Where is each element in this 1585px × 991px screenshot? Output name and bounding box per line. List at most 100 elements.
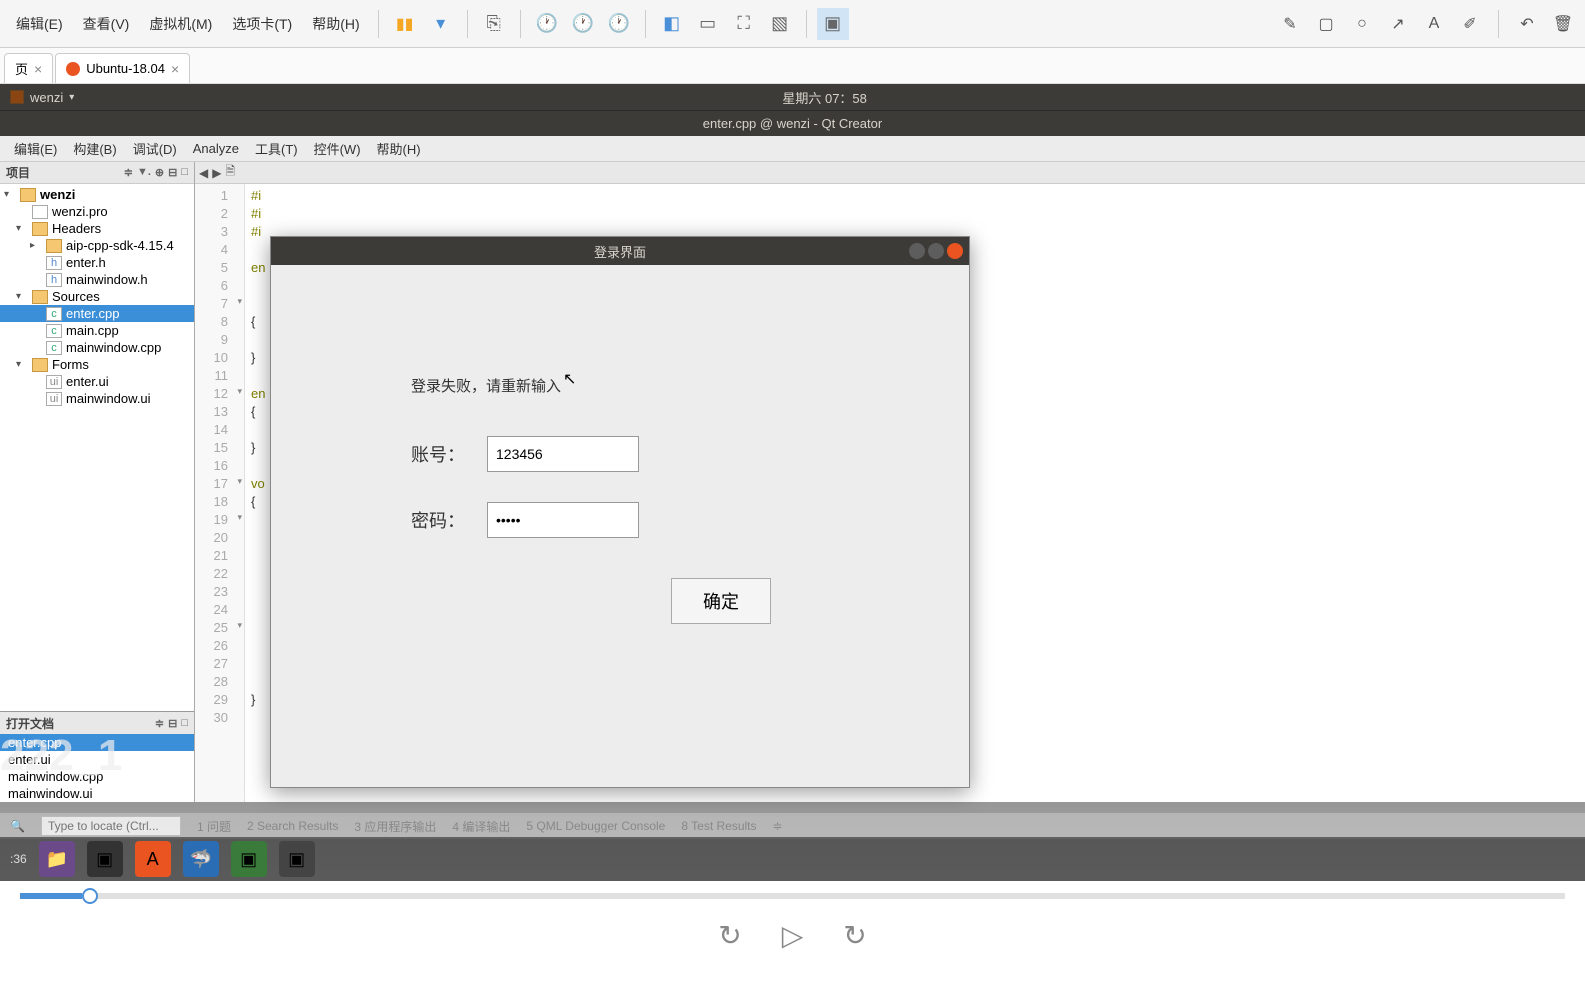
- output-tab-tests[interactable]: 8 Test Results: [681, 819, 756, 833]
- dialog-title: 登录界面: [594, 242, 646, 261]
- view-stretch-icon[interactable]: ▧: [764, 8, 796, 40]
- app-icon: [10, 90, 24, 104]
- nav-back-icon[interactable]: ◀: [199, 166, 208, 180]
- tree-mainwindow-h[interactable]: hmainwindow.h: [0, 271, 194, 288]
- minimize-icon[interactable]: [909, 243, 925, 259]
- tree-mainwindow-ui[interactable]: uimainwindow.ui: [0, 390, 194, 407]
- close-icon[interactable]: ×: [34, 61, 42, 77]
- output-tab-appout[interactable]: 3 应用程序输出: [354, 818, 436, 835]
- highlighter-icon[interactable]: ✐: [1456, 10, 1484, 38]
- split-icon[interactable]: ⊟: [168, 166, 177, 179]
- vm-menu-view[interactable]: 查看(V): [75, 8, 138, 40]
- doc-item[interactable]: mainwindow.ui: [0, 785, 194, 802]
- vm-menu-tabs[interactable]: 选项卡(T): [224, 8, 300, 40]
- tree-sdk[interactable]: ▸aip-cpp-sdk-4.15.4: [0, 237, 194, 254]
- qt-menu-help[interactable]: 帮助(H): [369, 135, 429, 162]
- panel-app-menu[interactable]: wenzi ▾: [10, 90, 74, 105]
- tree-pro-file[interactable]: wenzi.pro: [0, 203, 194, 220]
- qt-menu-build[interactable]: 构建(B): [65, 135, 124, 162]
- view-split-icon[interactable]: ◧: [656, 8, 688, 40]
- view-fullscreen-icon[interactable]: ⛶: [728, 8, 760, 40]
- project-tree[interactable]: ▾wenzi wenzi.pro ▾Headers ▸aip-cpp-sdk-4…: [0, 184, 194, 711]
- close-icon[interactable]: [947, 243, 963, 259]
- locator-input[interactable]: [41, 816, 181, 836]
- panel-app-name: wenzi: [30, 90, 63, 105]
- error-message: 登录失败，请重新输入: [411, 375, 919, 396]
- qt-menu-edit[interactable]: 编辑(E): [6, 135, 65, 162]
- files-icon[interactable]: 📁: [39, 841, 75, 877]
- account-input[interactable]: [487, 436, 639, 472]
- play-icon[interactable]: ▷: [782, 919, 804, 952]
- ubuntu-software-icon[interactable]: A: [135, 841, 171, 877]
- vm-menu-machine[interactable]: 虚拟机(M): [141, 8, 220, 40]
- gnome-top-panel: wenzi ▾ 星期六 07：58: [0, 84, 1585, 110]
- output-tab-compile[interactable]: 4 编译输出: [452, 818, 510, 835]
- qt-menu-tools[interactable]: 工具(T): [247, 135, 306, 162]
- close-icon[interactable]: ×: [171, 61, 179, 77]
- password-input[interactable]: [487, 502, 639, 538]
- output-tab-search[interactable]: 2 Search Results: [247, 819, 338, 833]
- text-icon[interactable]: A: [1420, 10, 1448, 38]
- docs-sort-icon[interactable]: ≑: [155, 717, 164, 730]
- pencil-icon[interactable]: ✎: [1276, 10, 1304, 38]
- confirm-button[interactable]: 确定: [671, 578, 771, 624]
- view-console-icon[interactable]: ▣: [817, 8, 849, 40]
- tree-forms[interactable]: ▾Forms: [0, 356, 194, 373]
- square-icon[interactable]: ▢: [1312, 10, 1340, 38]
- snapshot-icon[interactable]: 🕐: [531, 8, 563, 40]
- nav-fwd-icon[interactable]: ▶: [212, 166, 221, 180]
- wireshark-icon[interactable]: 🦈: [183, 841, 219, 877]
- vm-menu-edit[interactable]: 编辑(E): [8, 8, 71, 40]
- qt-menu-analyze[interactable]: Analyze: [185, 137, 247, 160]
- panel-clock[interactable]: 星期六 07：58: [782, 88, 867, 107]
- tree-headers[interactable]: ▾Headers: [0, 220, 194, 237]
- vmware-menubar: 编辑(E) 查看(V) 虚拟机(M) 选项卡(T) 帮助(H) ▮▮ ▾ ⎘ 🕐…: [0, 0, 1585, 48]
- output-more-icon[interactable]: ≑: [773, 819, 783, 833]
- qtcreator-taskbar-icon[interactable]: ▣: [279, 841, 315, 877]
- pause-icon[interactable]: ▮▮: [389, 8, 421, 40]
- project-panel-header: 项目 ≑ ▼. ⊕ ⊟ □: [0, 162, 194, 184]
- link-icon[interactable]: ⊕: [155, 166, 164, 179]
- qt-menu-widgets[interactable]: 控件(W): [306, 135, 369, 162]
- video-player: ↻ ▷ ↻: [0, 881, 1585, 991]
- tab-home[interactable]: 页 ×: [4, 53, 53, 83]
- send-keys-icon[interactable]: ⎘: [478, 8, 510, 40]
- arrow-icon[interactable]: ↗: [1384, 10, 1412, 38]
- filter-icon[interactable]: ≑: [124, 166, 133, 179]
- qt-menu-debug[interactable]: 调试(D): [125, 135, 185, 162]
- tree-enter-cpp[interactable]: center.cpp: [0, 305, 194, 322]
- tree-root[interactable]: ▾wenzi: [0, 186, 194, 203]
- snapshot-mgr-icon[interactable]: 🕐: [603, 8, 635, 40]
- forward-icon[interactable]: ↻: [843, 919, 866, 952]
- qtcreator-menubar: 编辑(E) 构建(B) 调试(D) Analyze 工具(T) 控件(W) 帮助…: [0, 136, 1585, 162]
- close-panel-icon[interactable]: □: [181, 166, 188, 179]
- dialog-body: 登录失败，请重新输入 账号： 密码： 确定: [271, 265, 969, 654]
- tree-enter-ui[interactable]: uienter.ui: [0, 373, 194, 390]
- dropdown-icon[interactable]: ▾: [425, 8, 457, 40]
- progress-thumb[interactable]: [82, 888, 98, 904]
- video-progress[interactable]: [20, 893, 1565, 899]
- docs-split-icon[interactable]: ⊟: [168, 717, 177, 730]
- tree-enter-h[interactable]: henter.h: [0, 254, 194, 271]
- terminal-icon[interactable]: ▣: [87, 841, 123, 877]
- circle-icon[interactable]: ○: [1348, 10, 1376, 38]
- output-tab-qml[interactable]: 5 QML Debugger Console: [526, 819, 665, 833]
- replay-icon[interactable]: ↻: [718, 919, 741, 952]
- maximize-icon[interactable]: [928, 243, 944, 259]
- tree-mainwindow-cpp[interactable]: cmainwindow.cpp: [0, 339, 194, 356]
- tree-main-cpp[interactable]: cmain.cpp: [0, 322, 194, 339]
- view-unity-icon[interactable]: ▭: [692, 8, 724, 40]
- dialog-titlebar[interactable]: 登录界面: [271, 237, 969, 265]
- vm-menu-help[interactable]: 帮助(H): [304, 8, 367, 40]
- ubuntu-desktop: wenzi ▾ 星期六 07：58 enter.cpp @ wenzi - Qt…: [0, 84, 1585, 991]
- funnel-icon[interactable]: ▼.: [137, 166, 151, 179]
- undo-icon[interactable]: ↶: [1513, 10, 1541, 38]
- app-icon[interactable]: ▣: [231, 841, 267, 877]
- output-tab-issues[interactable]: 1 问题: [197, 818, 231, 835]
- docs-close-icon[interactable]: □: [181, 717, 188, 730]
- tab-ubuntu[interactable]: Ubuntu-18.04 ×: [55, 53, 190, 83]
- trash-icon[interactable]: 🗑: [1549, 10, 1577, 38]
- snapshot-rev-icon[interactable]: 🕐: [567, 8, 599, 40]
- tree-sources[interactable]: ▾Sources: [0, 288, 194, 305]
- vm-tab-bar: 页 × Ubuntu-18.04 ×: [0, 48, 1585, 84]
